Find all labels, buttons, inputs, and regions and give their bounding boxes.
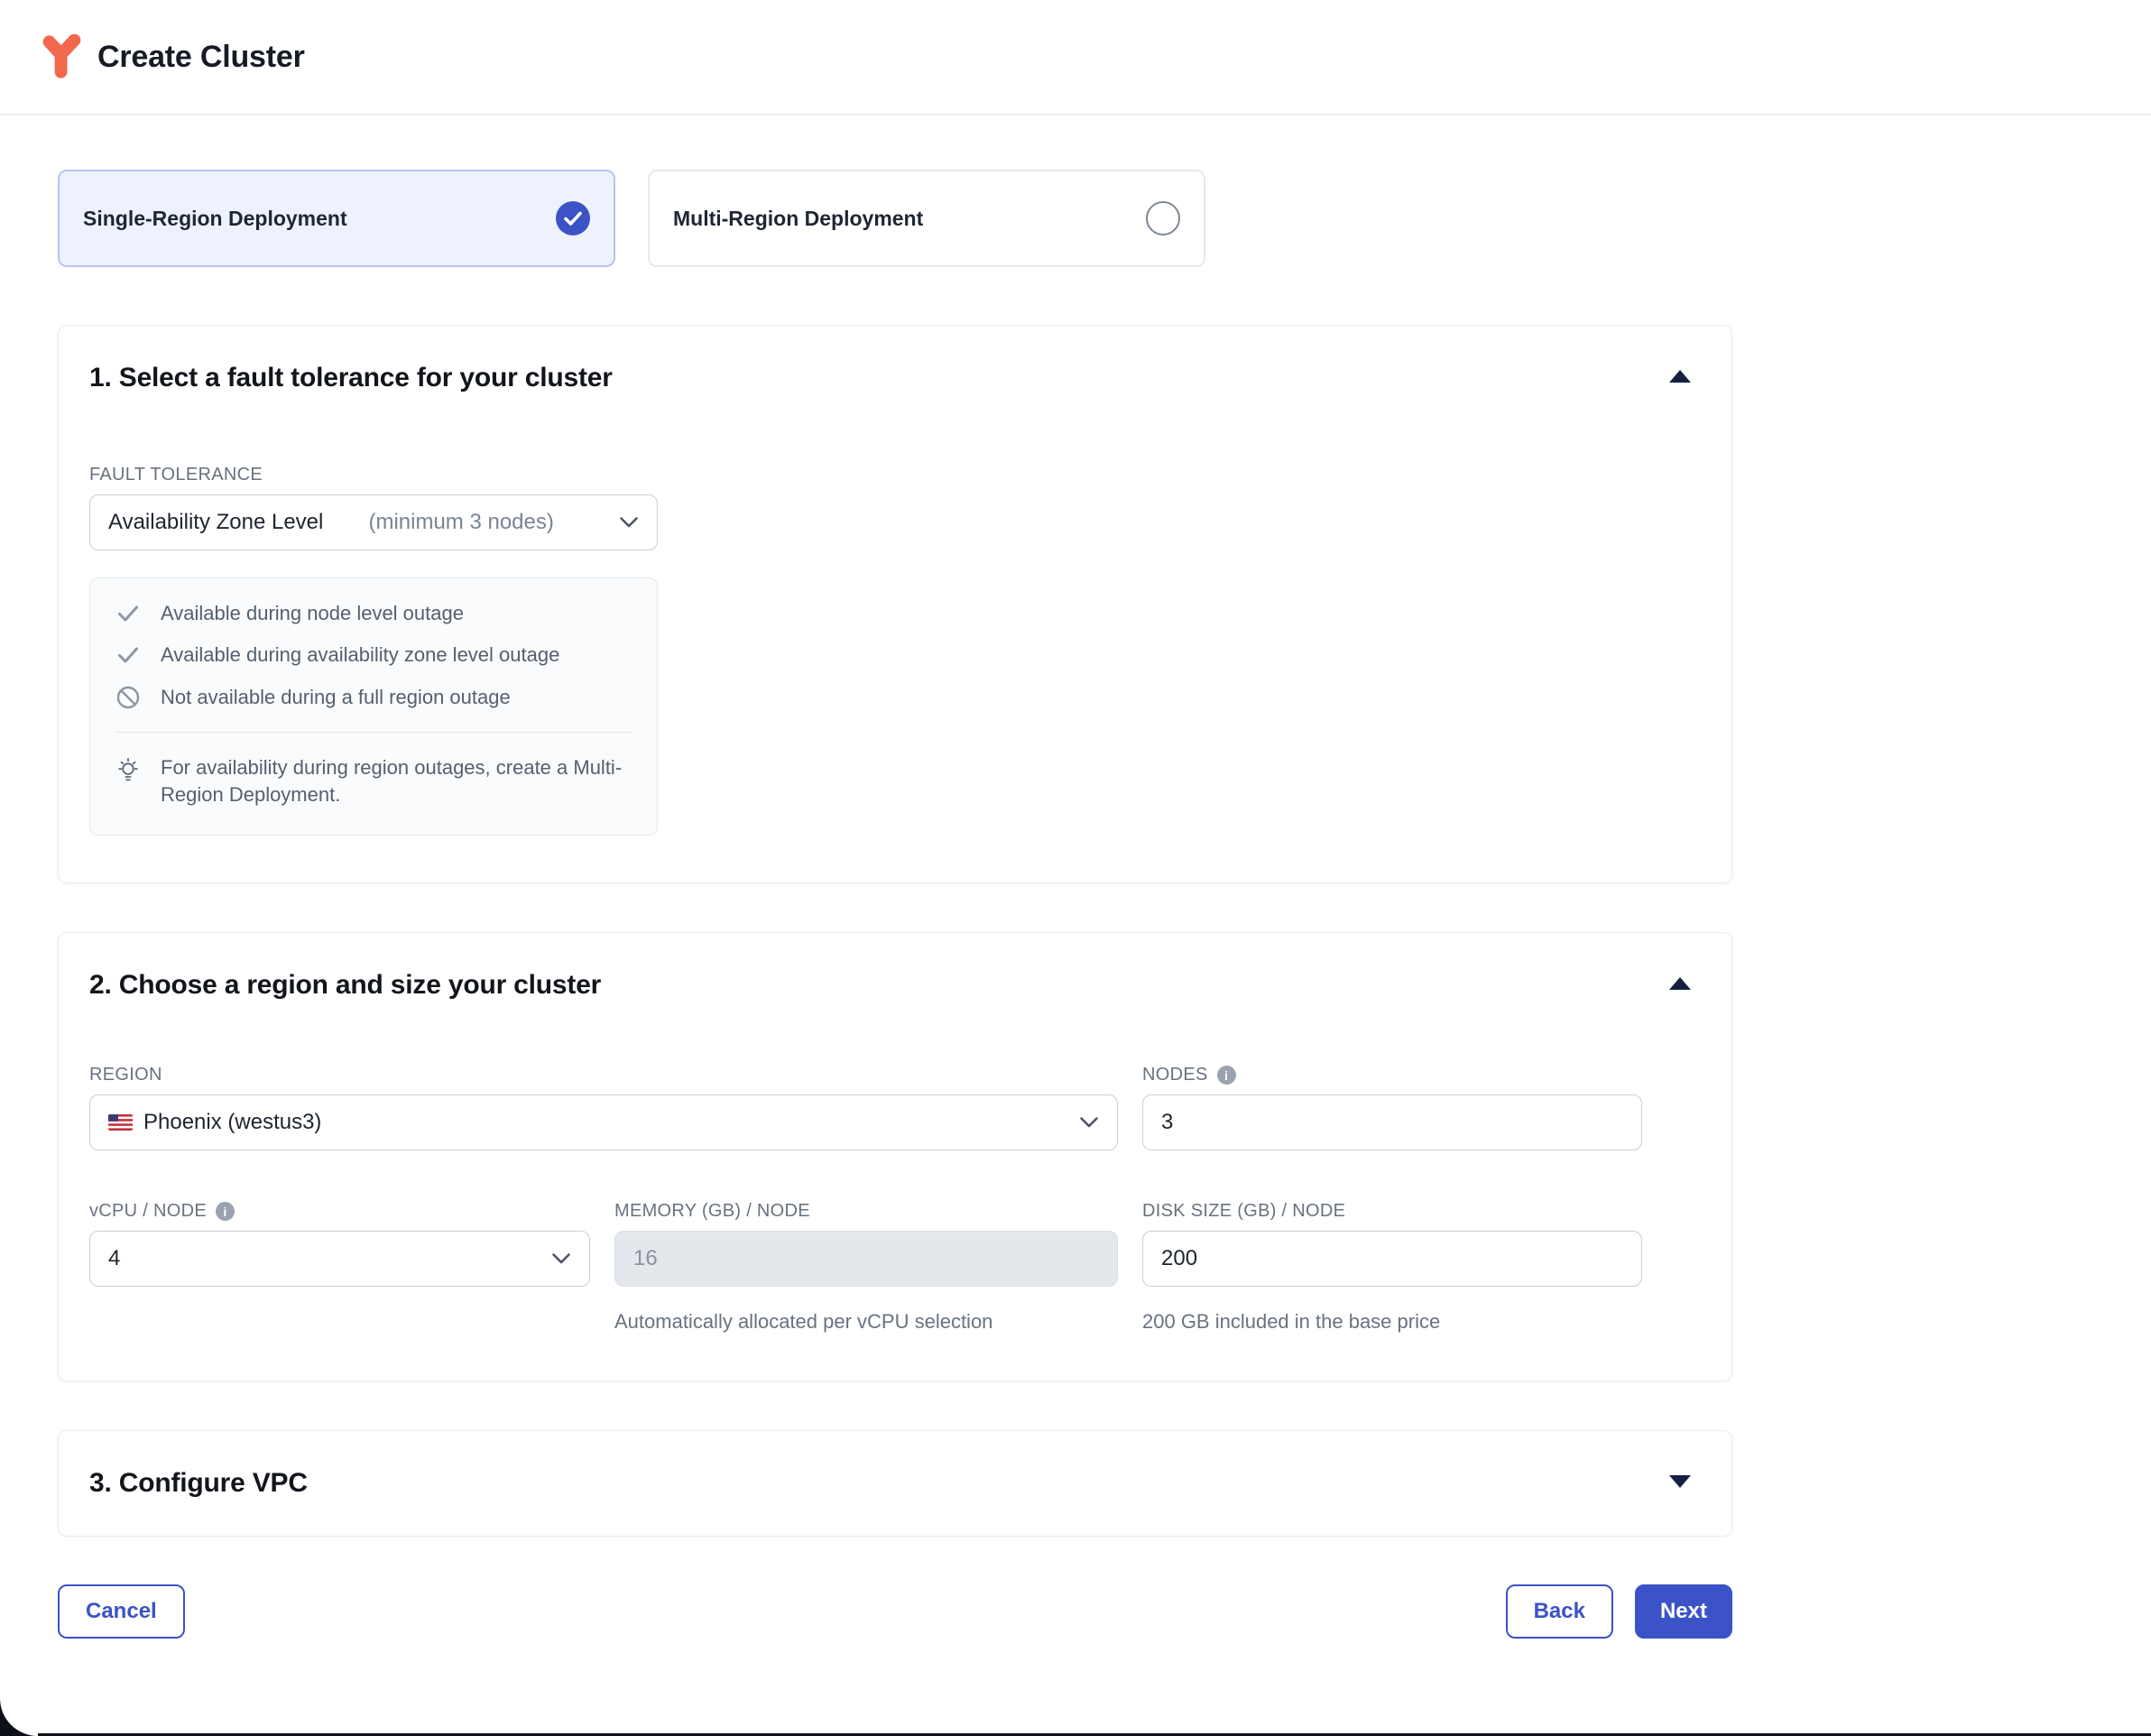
- yugabyte-logo-icon: [41, 34, 83, 79]
- region-selected-value: Phoenix (westus3): [143, 1110, 321, 1135]
- vcpu-select[interactable]: 4: [89, 1231, 590, 1287]
- disk-size-helper-text: 200 GB included in the base price: [1142, 1310, 1642, 1334]
- create-cluster-page: Create Cluster Single-Region Deployment …: [0, 0, 2151, 1736]
- availability-note: Available during node level outage: [115, 602, 632, 625]
- region-field: REGION Phoenix (wes: [89, 1065, 1118, 1150]
- back-button[interactable]: Back: [1506, 1584, 1613, 1639]
- disk-size-field: DISK SIZE (GB) / NODE 200 GB included in…: [1142, 1201, 1642, 1334]
- deployment-option-multi-region[interactable]: Multi-Region Deployment: [648, 170, 1205, 267]
- chevron-down-icon: [551, 1246, 571, 1271]
- window-corner: [0, 1675, 38, 1736]
- collapse-up-icon: [1668, 369, 1692, 388]
- section-fault-tolerance-header[interactable]: 1. Select a fault tolerance for your clu…: [89, 362, 1701, 394]
- fault-tolerance-field: FAULT TOLERANCE Availability Zone Level …: [89, 465, 658, 550]
- fault-tolerance-label: FAULT TOLERANCE: [89, 465, 658, 485]
- lightbulb-icon: [115, 754, 141, 787]
- collapse-down-icon: [1668, 1474, 1692, 1493]
- deployment-option-single-region[interactable]: Single-Region Deployment: [58, 170, 615, 267]
- check-icon: [115, 604, 141, 623]
- availability-note-text: Available during availability zone level…: [161, 643, 559, 667]
- disk-size-input[interactable]: [1142, 1231, 1642, 1287]
- region-outage-tip-text: For availability during region outages, …: [161, 754, 632, 808]
- vcpu-label: vCPU / NODE: [89, 1201, 207, 1222]
- region-outage-tip: For availability during region outages, …: [115, 754, 632, 808]
- disk-size-label: DISK SIZE (GB) / NODE: [1142, 1201, 1642, 1222]
- section-heading: 2. Choose a region and size your cluster: [89, 969, 1668, 1002]
- collapse-up-icon: [1668, 976, 1692, 995]
- section-vpc-header[interactable]: 3. Configure VPC: [89, 1467, 1701, 1500]
- next-button[interactable]: Next: [1635, 1584, 1732, 1639]
- vcpu-selected-value: 4: [108, 1246, 120, 1271]
- radio-unchecked-icon: [1146, 201, 1180, 235]
- section-fault-tolerance: 1. Select a fault tolerance for your clu…: [58, 325, 1732, 883]
- section-heading: 1. Select a fault tolerance for your clu…: [89, 362, 1668, 394]
- section-vpc: 3. Configure VPC: [58, 1430, 1732, 1537]
- deployment-type-selector: Single-Region Deployment Multi-Region De…: [58, 170, 1732, 267]
- section-region-size: 2. Choose a region and size your cluster…: [58, 932, 1732, 1381]
- region-select[interactable]: Phoenix (westus3): [89, 1094, 1118, 1150]
- check-icon: [115, 645, 141, 665]
- main-content: Single-Region Deployment Multi-Region De…: [58, 170, 1732, 1639]
- fault-tolerance-select[interactable]: Availability Zone Level (minimum 3 nodes…: [89, 494, 658, 550]
- fault-tolerance-info-panel: Available during node level outage Avail…: [89, 577, 658, 836]
- nodes-label: NODES: [1142, 1065, 1208, 1085]
- nodes-field: NODES i: [1142, 1065, 1642, 1150]
- memory-label: MEMORY (GB) / NODE: [614, 1201, 1118, 1222]
- vcpu-field: vCPU / NODE i 4: [89, 1201, 590, 1334]
- chevron-down-icon: [1079, 1110, 1099, 1135]
- memory-input: [614, 1231, 1118, 1287]
- wizard-footer: Cancel Back Next: [58, 1584, 1732, 1639]
- deployment-option-label: Multi-Region Deployment: [673, 207, 923, 231]
- memory-field: MEMORY (GB) / NODE Automatically allocat…: [614, 1201, 1118, 1334]
- chevron-down-icon: [619, 510, 639, 535]
- fault-tolerance-selected-value: Availability Zone Level: [108, 510, 323, 535]
- cancel-button[interactable]: Cancel: [58, 1584, 185, 1639]
- availability-note-text: Available during node level outage: [161, 602, 464, 625]
- memory-helper-text: Automatically allocated per vCPU selecti…: [614, 1310, 1118, 1334]
- nodes-input[interactable]: [1142, 1094, 1642, 1150]
- region-label: REGION: [89, 1065, 1118, 1085]
- availability-note: Available during availability zone level…: [115, 643, 632, 667]
- us-flag-icon: [108, 1114, 133, 1131]
- divider: [115, 732, 632, 733]
- info-icon[interactable]: i: [216, 1202, 235, 1221]
- cluster-size-grid: REGION Phoenix (wes: [89, 1065, 1701, 1334]
- section-heading: 3. Configure VPC: [89, 1467, 1668, 1500]
- page-title: Create Cluster: [97, 40, 305, 75]
- availability-note: Not available during a full region outag…: [115, 685, 632, 710]
- blocked-icon: [115, 685, 141, 710]
- section-region-size-header[interactable]: 2. Choose a region and size your cluster: [89, 969, 1701, 1002]
- app-header: Create Cluster: [0, 0, 2151, 115]
- info-icon[interactable]: i: [1217, 1066, 1236, 1085]
- radio-checked-icon: [556, 201, 590, 235]
- deployment-option-label: Single-Region Deployment: [83, 207, 347, 231]
- fault-tolerance-selected-hint: (minimum 3 nodes): [368, 510, 553, 535]
- availability-note-text: Not available during a full region outag…: [161, 686, 511, 709]
